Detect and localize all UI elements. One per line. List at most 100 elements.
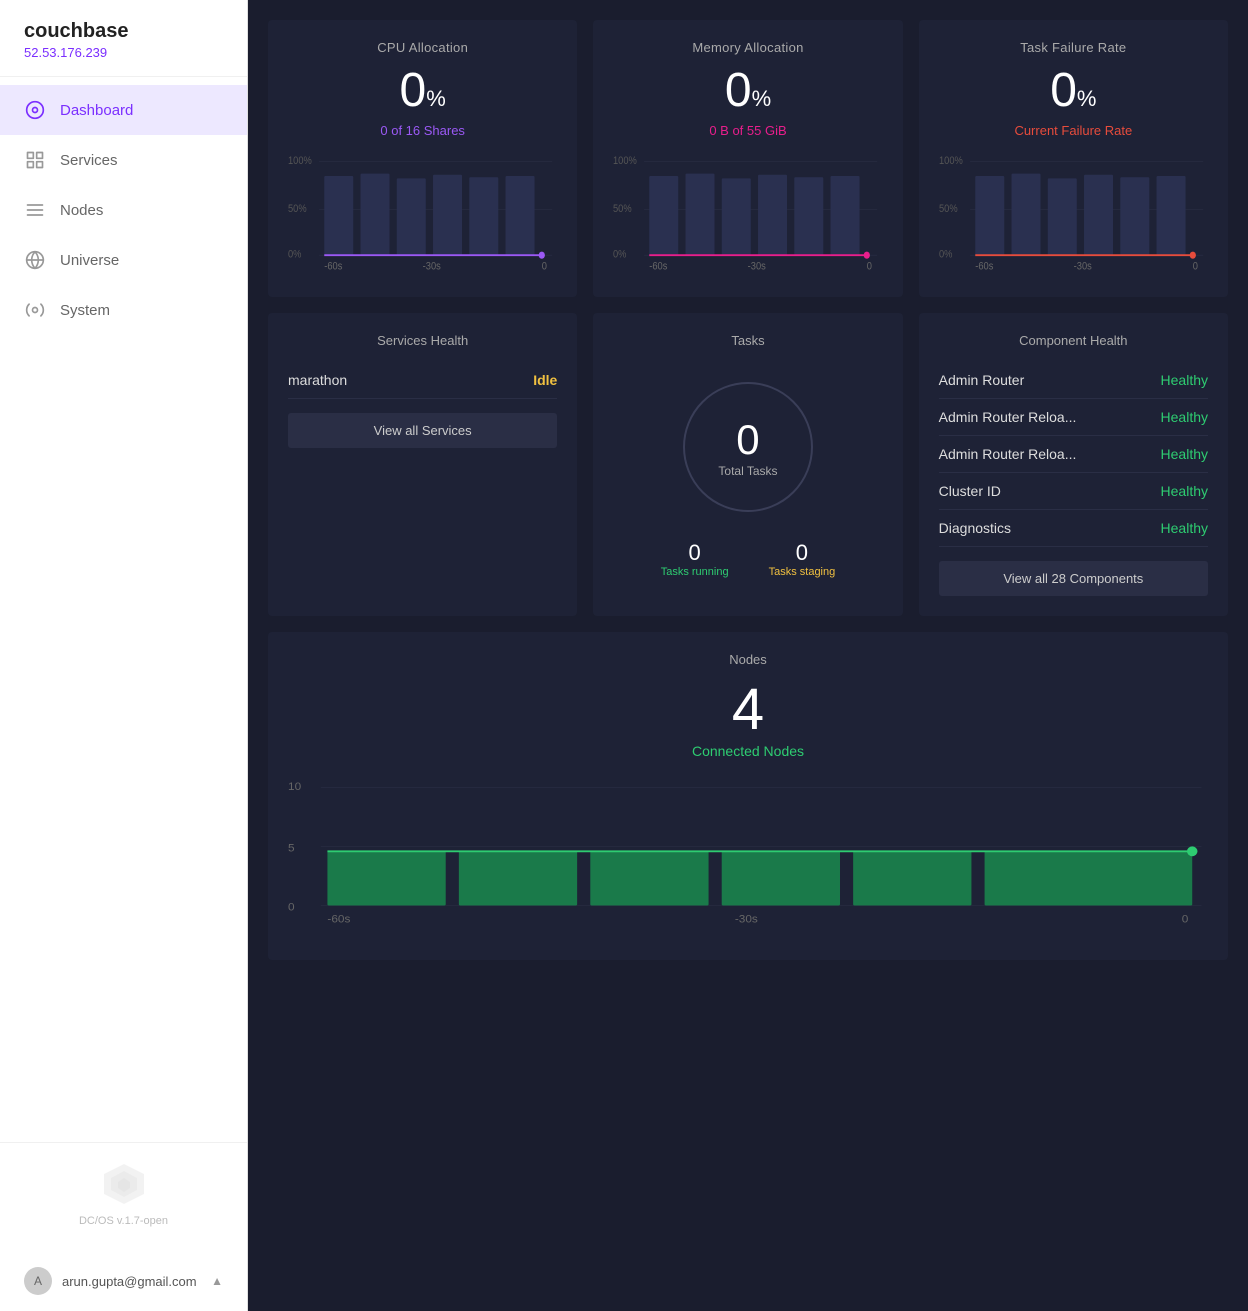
sidebar-item-universe[interactable]: Universe [0,235,247,285]
status-badge: Healthy [1161,520,1208,536]
view-all-services-button[interactable]: View all Services [288,413,557,448]
failure-value: 0% [939,67,1208,115]
svg-text:10: 10 [288,781,301,793]
component-health-title: Component Health [939,333,1208,348]
metrics-row: CPU Allocation 0% 0 of 16 Shares 100% 50… [268,20,1228,297]
tasks-card: Tasks 0 Total Tasks 0 Tasks running 0 Ta… [593,313,902,616]
svg-text:50%: 50% [939,203,958,215]
svg-text:-60s: -60s [975,261,993,272]
memory-chart: 100% 50% 0% -60s -30s 0 [613,152,882,272]
svg-text:0%: 0% [613,249,626,261]
status-badge: Healthy [1161,446,1208,462]
svg-text:-30s: -30s [423,261,441,272]
sidebar-item-dashboard[interactable]: Dashboard [0,85,247,135]
svg-text:-60s: -60s [650,261,668,272]
sidebar-item-system[interactable]: System [0,285,247,335]
nodes-chart: 10 5 0 -60s -30s 0 [288,775,1208,935]
list-item: marathon Idle [288,362,557,399]
sidebar-item-label: Services [60,152,118,169]
dcos-version: DC/OS v.1.7-open [79,1215,168,1227]
status-badge: Healthy [1161,483,1208,499]
status-badge: Idle [533,372,557,388]
cpu-title: CPU Allocation [288,40,557,55]
dcos-logo: DC/OS v.1.7-open [24,1159,223,1227]
component-name: Cluster ID [939,483,1001,499]
dashboard-icon [24,99,46,121]
cpu-subtitle: 0 of 16 Shares [288,123,557,138]
svg-text:50%: 50% [613,203,632,215]
brand-name: couchbase [24,20,223,43]
sidebar-item-label: Nodes [60,202,103,219]
brand-section: couchbase 52.53.176.239 [0,0,247,77]
memory-subtitle: 0 B of 55 GiB [613,123,882,138]
expand-user-icon[interactable]: ▲ [211,1274,223,1288]
svg-text:5: 5 [288,843,295,855]
svg-text:-30s: -30s [735,914,758,926]
nodes-title: Nodes [288,652,1208,667]
status-badge: Healthy [1161,372,1208,388]
tasks-sub-row: 0 Tasks running 0 Tasks staging [661,540,836,578]
services-health-list: marathon Idle [288,362,557,399]
component-name: Admin Router [939,372,1025,388]
services-icon [24,149,46,171]
middle-row: Services Health marathon Idle View all S… [268,313,1228,616]
tasks-running-value: 0 [661,540,729,566]
memory-allocation-card: Memory Allocation 0% 0 B of 55 GiB 100% … [593,20,902,297]
tasks-staging-item: 0 Tasks staging [769,540,836,578]
component-name: Diagnostics [939,520,1011,536]
svg-text:0: 0 [1192,261,1198,272]
tasks-running-item: 0 Tasks running [661,540,729,578]
view-all-components-button[interactable]: View all 28 Components [939,561,1208,596]
sidebar-item-services[interactable]: Services [0,135,247,185]
tasks-circle-container: 0 Total Tasks 0 Tasks running 0 Tasks st… [613,362,882,588]
list-item: Admin Router Healthy [939,362,1208,399]
svg-text:-30s: -30s [1073,261,1091,272]
tasks-staging-label: Tasks staging [769,566,836,578]
user-row[interactable]: A arun.gupta@gmail.com ▲ [24,1267,223,1295]
svg-text:100%: 100% [288,155,312,167]
sidebar-item-label: Universe [60,252,119,269]
system-icon [24,299,46,321]
memory-title: Memory Allocation [613,40,882,55]
svg-text:0: 0 [288,902,295,914]
list-item: Admin Router Reloa... Healthy [939,399,1208,436]
memory-value: 0% [613,67,882,115]
sidebar-item-label: System [60,302,110,319]
main-nav: Dashboard Services Nodes [0,77,247,1142]
nodes-card: Nodes 4 Connected Nodes 10 5 0 -60s -30s… [268,632,1228,960]
sidebar-footer: DC/OS v.1.7-open A arun.gupta@gmail.com … [0,1142,247,1311]
tasks-total-label: Total Tasks [718,464,777,478]
nodes-subtitle: Connected Nodes [288,743,1208,759]
avatar: A [24,1267,52,1295]
component-list: Admin Router Healthy Admin Router Reloa.… [939,362,1208,547]
status-badge: Healthy [1161,409,1208,425]
list-item: Cluster ID Healthy [939,473,1208,510]
tasks-total-circle: 0 Total Tasks [683,382,813,512]
brand-ip: 52.53.176.239 [24,45,223,60]
component-name: Admin Router Reloa... [939,446,1077,462]
sidebar-item-nodes[interactable]: Nodes [0,185,247,235]
failure-subtitle: Current Failure Rate [939,123,1208,138]
svg-text:-30s: -30s [748,261,766,272]
list-item: Admin Router Reloa... Healthy [939,436,1208,473]
task-failure-card: Task Failure Rate 0% Current Failure Rat… [919,20,1228,297]
cpu-allocation-card: CPU Allocation 0% 0 of 16 Shares 100% 50… [268,20,577,297]
svg-text:100%: 100% [613,155,637,167]
user-email: arun.gupta@gmail.com [62,1274,201,1289]
nodes-value: 4 [288,681,1208,739]
tasks-staging-value: 0 [769,540,836,566]
tasks-running-label: Tasks running [661,566,729,578]
svg-text:-60s: -60s [327,914,350,926]
svg-text:-60s: -60s [324,261,342,272]
component-name: Admin Router Reloa... [939,409,1077,425]
failure-chart: 100% 50% 0% -60s -30s 0 [939,152,1208,272]
cpu-chart: 100% 50% 0% -60s -30s 0 [288,152,557,272]
svg-text:0: 0 [867,261,873,272]
sidebar-item-label: Dashboard [60,102,133,119]
services-health-title: Services Health [288,333,557,348]
service-name: marathon [288,372,347,388]
sidebar: couchbase 52.53.176.239 Dashboard Servic… [0,0,248,1311]
list-item: Diagnostics Healthy [939,510,1208,547]
main-content: CPU Allocation 0% 0 of 16 Shares 100% 50… [248,0,1248,1311]
nodes-icon [24,199,46,221]
